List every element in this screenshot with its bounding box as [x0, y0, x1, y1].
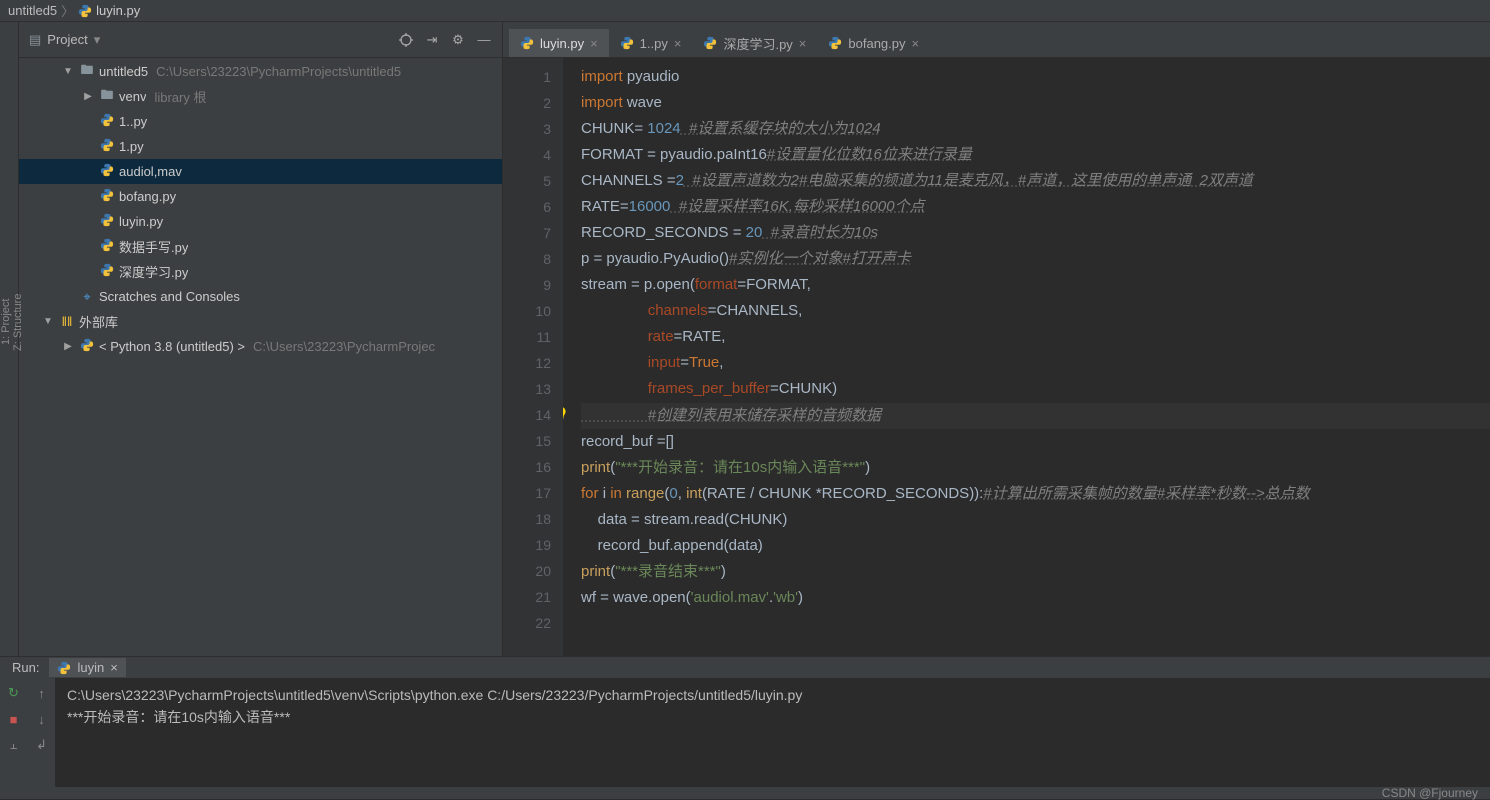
lib-icon: ‖‖ — [59, 314, 75, 329]
breadcrumb: untitled5 〉 luyin.py — [0, 0, 1490, 22]
python-icon — [79, 338, 95, 355]
run-tab[interactable]: luyin × — [49, 658, 125, 677]
tree-muted: C:\Users\23223\PycharmProjec — [253, 339, 435, 354]
py-icon — [99, 138, 115, 155]
left-tool-structure: Z: Structure — [12, 28, 24, 616]
left-tool-project: 1: Project — [0, 28, 12, 616]
python-file-icon — [57, 661, 71, 675]
project-tool-icon: ▤ — [29, 32, 41, 48]
chevron-icon[interactable]: ▼ — [41, 316, 55, 327]
close-icon[interactable]: × — [674, 36, 682, 51]
py-icon — [99, 113, 115, 130]
editor-area: luyin.py × 1..py × 深度学习.py × bofang.py × 123456… — [503, 22, 1490, 656]
breadcrumb-sep: 〉 — [61, 1, 74, 20]
tab-label: 深度学习.py — [723, 34, 792, 53]
close-icon[interactable]: × — [912, 36, 920, 51]
editor-tab[interactable]: luyin.py × — [509, 29, 609, 57]
tree-node[interactable]: luyin.py — [19, 209, 502, 234]
tree-node[interactable]: 1.py — [19, 134, 502, 159]
tree-label: untitled5 — [99, 64, 148, 79]
editor-tab[interactable]: 深度学习.py × — [692, 29, 817, 57]
breadcrumb-file[interactable]: luyin.py — [96, 3, 140, 18]
left-tool-strip[interactable]: 1: Project Z: Structure — [0, 22, 19, 656]
bulb-icon[interactable]: 💡 — [563, 403, 570, 429]
tree-node[interactable]: ▼ ‖‖ 外部库 — [19, 309, 502, 334]
tree-label: 深度学习.py — [119, 262, 188, 281]
tree-label: Scratches and Consoles — [99, 289, 240, 304]
editor-tab[interactable]: bofang.py × — [817, 29, 930, 57]
close-icon[interactable]: × — [110, 660, 118, 675]
tree-node[interactable]: 1..py — [19, 109, 502, 134]
tree-label: < Python 3.8 (untitled5) > — [99, 339, 245, 354]
run-toolbar: Run: luyin × — [0, 656, 1490, 678]
tree-label: 外部库 — [79, 312, 118, 331]
tree-node[interactable]: ▶ < Python 3.8 (untitled5) > C:\Users\2322… — [19, 334, 502, 359]
console-output[interactable]: C:\Users\23223\PycharmProjects\untitled5… — [55, 678, 1490, 787]
tree-node[interactable]: 数据手写.py — [19, 234, 502, 259]
tree-node[interactable]: bofang.py — [19, 184, 502, 209]
sidebar-title[interactable]: Project — [47, 32, 87, 47]
wrap-icon[interactable]: ↲ — [33, 736, 51, 754]
status-bar: CSDN @Fjourney — [0, 787, 1490, 799]
py-icon — [99, 238, 115, 255]
run-tab-label: luyin — [77, 660, 104, 675]
dropdown-icon[interactable]: ▾ — [94, 32, 101, 48]
chevron-icon[interactable]: ▶ — [81, 91, 95, 102]
tree-label: bofang.py — [119, 189, 176, 204]
status-text: CSDN @Fjourney — [1382, 786, 1478, 800]
chevron-icon[interactable]: ▶ — [61, 341, 75, 352]
rerun-icon[interactable]: ↻ — [5, 684, 23, 702]
tree-label: luyin.py — [119, 214, 163, 229]
code-area[interactable]: import pyaudioimport waveCHUNK= 1024 #设置… — [563, 58, 1490, 656]
tree-node[interactable]: ▼ 🖿 untitled5 C:\Users\23223\PycharmProject… — [19, 59, 502, 84]
py-icon — [99, 188, 115, 205]
minimize-icon[interactable]: — — [476, 32, 492, 48]
close-icon[interactable]: × — [799, 36, 807, 51]
expand-icon[interactable]: ⇥ — [424, 32, 440, 48]
project-tree[interactable]: ▼ 🖿 untitled5 C:\Users\23223\PycharmProject… — [19, 58, 502, 656]
tree-label: 1.py — [119, 139, 144, 154]
tree-muted: C:\Users\23223\PycharmProjects\untitled5 — [156, 64, 401, 79]
editor-gutter: 12345678910111213141516171819202122 — [503, 58, 563, 656]
tree-label: 1..py — [119, 114, 147, 129]
py-icon — [99, 213, 115, 230]
tree-node[interactable]: audiol,mav — [19, 159, 502, 184]
editor-tabs: luyin.py × 1..py × 深度学习.py × bofang.py × — [503, 22, 1490, 58]
tree-node[interactable]: ▶ 🖿 venv library 根 — [19, 84, 502, 109]
console-gutter: ↻ ↑ ■ ↓ ⫠ ↲ — [0, 678, 55, 787]
tree-label: audiol,mav — [119, 164, 182, 179]
editor-tab[interactable]: 1..py × — [609, 29, 693, 57]
up-icon[interactable]: ↑ — [33, 684, 51, 702]
breadcrumb-project[interactable]: untitled5 — [8, 3, 57, 18]
gear-icon[interactable]: ⚙ — [450, 32, 466, 48]
py-icon — [99, 163, 115, 180]
folder-icon: 🖿 — [79, 61, 95, 83]
tree-label: venv — [119, 89, 146, 104]
locate-icon[interactable] — [398, 32, 414, 48]
close-icon[interactable]: × — [590, 36, 598, 51]
tree-node[interactable]: 深度学习.py — [19, 259, 502, 284]
tab-label: 1..py — [640, 36, 668, 51]
tab-label: bofang.py — [848, 36, 905, 51]
folder-icon: 🖿 — [99, 86, 115, 108]
tree-label: 数据手写.py — [119, 237, 188, 256]
python-file-icon — [78, 4, 92, 18]
layout-icon[interactable]: ⫠ — [5, 736, 23, 754]
tree-muted: library 根 — [154, 87, 206, 106]
chevron-icon[interactable]: ▼ — [61, 66, 75, 77]
sidebar-header: ▤ Project ▾ ⇥ ⚙ — — [19, 22, 502, 58]
project-sidebar: ▤ Project ▾ ⇥ ⚙ — ▼ 🖿 untitled5 C:\Users\23… — [19, 22, 503, 656]
console-panel: ↻ ↑ ■ ↓ ⫠ ↲ C:\Users\23223\PycharmProjec… — [0, 678, 1490, 787]
stop-icon[interactable]: ■ — [5, 710, 23, 728]
down-icon[interactable]: ↓ — [33, 710, 51, 728]
tree-node[interactable]: ⌖ Scratches and Consoles — [19, 284, 502, 309]
run-label: Run: — [12, 660, 39, 675]
scratch-icon: ⌖ — [79, 289, 95, 305]
py-icon — [99, 263, 115, 280]
tab-label: luyin.py — [540, 36, 584, 51]
